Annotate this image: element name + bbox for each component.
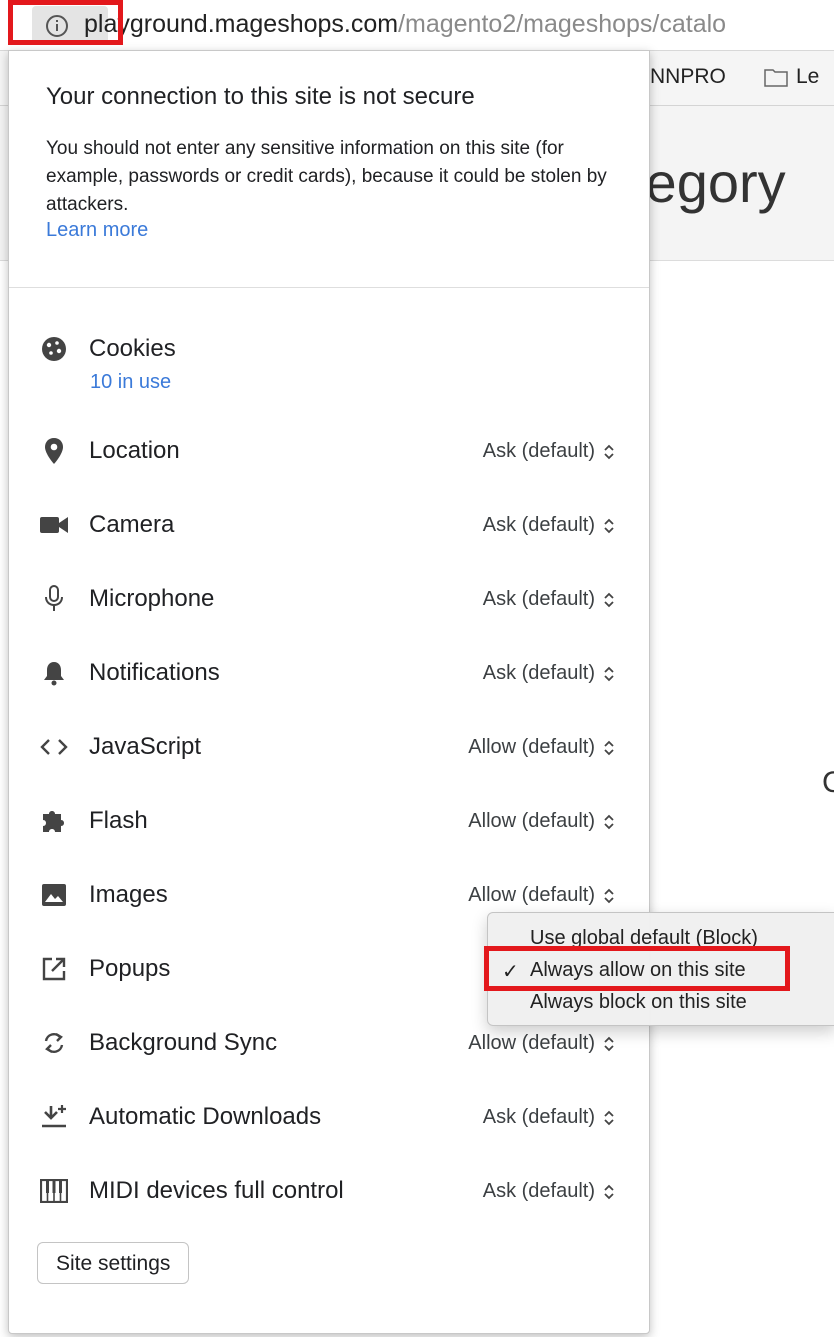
permission-select[interactable]: Ask (default) xyxy=(483,514,615,537)
url-host: playground.mageshops.com xyxy=(84,10,399,38)
bell-icon xyxy=(39,660,69,686)
permission-midi: MIDI devices full control Ask (default) xyxy=(9,1170,649,1210)
puzzle-icon xyxy=(39,808,69,834)
permission-label: JavaScript xyxy=(89,733,202,760)
permission-select[interactable]: Ask (default) xyxy=(483,662,615,685)
microphone-icon xyxy=(39,585,69,612)
bookmark-nnpro[interactable]: NNPRO xyxy=(650,65,726,89)
connection-description: You should not enter any sensitive infor… xyxy=(46,138,607,215)
site-info-bubble: Your connection to this site is not secu… xyxy=(8,50,650,1334)
permission-value: Ask (default) xyxy=(482,662,595,684)
page-text-fragment: C xyxy=(822,766,834,799)
bookmark-folder-label: Le xyxy=(796,65,820,88)
permission-label: Images xyxy=(89,881,168,908)
permission-label: Notifications xyxy=(89,659,220,686)
updown-chevron-icon xyxy=(604,518,614,533)
permission-flash: Flash Allow (default) xyxy=(9,800,649,840)
annotation-box-always-allow xyxy=(484,946,790,991)
permission-label: Cookies xyxy=(89,335,176,362)
permission-location: Location Ask (default) xyxy=(9,430,649,470)
permission-value: Allow (default) xyxy=(468,1032,595,1054)
permission-automatic-downloads: Automatic Downloads Ask (default) xyxy=(9,1096,649,1136)
updown-chevron-icon xyxy=(604,1036,614,1051)
location-icon xyxy=(39,438,69,464)
permission-microphone: Microphone Ask (default) xyxy=(9,578,649,618)
cookies-in-use-link[interactable]: 10 in use xyxy=(90,371,171,394)
learn-more-link[interactable]: Learn more xyxy=(46,219,148,242)
updown-chevron-icon xyxy=(604,814,614,829)
page-title: tegory xyxy=(630,151,786,214)
download-icon xyxy=(39,1104,69,1130)
permission-select[interactable]: Allow (default) xyxy=(468,736,615,759)
permission-label: MIDI devices full control xyxy=(89,1177,344,1204)
permission-javascript: JavaScript Allow (default) xyxy=(9,726,649,766)
sync-icon xyxy=(39,1030,69,1056)
code-icon xyxy=(39,734,69,760)
permission-notifications: Notifications Ask (default) xyxy=(9,652,649,692)
site-settings-button[interactable]: Site settings xyxy=(37,1242,190,1284)
permission-label: Flash xyxy=(89,807,148,834)
permission-value: Ask (default) xyxy=(482,1106,595,1128)
permission-select[interactable]: Allow (default) xyxy=(468,884,615,907)
updown-chevron-icon xyxy=(604,592,614,607)
updown-chevron-icon xyxy=(604,740,614,755)
menu-item-always-block[interactable]: Always block on this site xyxy=(530,991,747,1014)
permission-label: Microphone xyxy=(89,585,215,612)
permission-background-sync: Background Sync Allow (default) xyxy=(9,1022,649,1062)
url-text[interactable]: playground.mageshops.com/magento2/magesh… xyxy=(84,7,726,41)
url-path: /magento2/mageshops/catalo xyxy=(398,10,727,38)
permission-select[interactable]: Allow (default) xyxy=(468,1032,615,1055)
permission-images: Images Allow (default) xyxy=(9,874,649,914)
popup-icon xyxy=(39,956,69,982)
permission-value: Allow (default) xyxy=(468,884,595,906)
permission-value: Ask (default) xyxy=(482,588,595,610)
camera-icon xyxy=(39,512,69,538)
cookie-icon xyxy=(39,336,69,362)
permission-value: Ask (default) xyxy=(482,440,595,462)
image-icon xyxy=(39,882,69,908)
annotation-box-info-button xyxy=(8,0,123,45)
permission-label: Automatic Downloads xyxy=(89,1103,322,1130)
permission-label: Location xyxy=(89,437,180,464)
updown-chevron-icon xyxy=(604,1110,614,1125)
permission-select[interactable]: Ask (default) xyxy=(483,1180,615,1203)
url-bar: playground.mageshops.com/magento2/magesh… xyxy=(0,0,834,51)
updown-chevron-icon xyxy=(604,1184,614,1199)
permission-value: Ask (default) xyxy=(482,514,595,536)
permission-camera: Camera Ask (default) xyxy=(9,504,649,544)
permission-label: Background Sync xyxy=(89,1029,278,1056)
permission-cookies: Cookies xyxy=(9,328,649,368)
permission-value: Allow (default) xyxy=(468,736,595,758)
updown-chevron-icon xyxy=(604,444,614,459)
connection-title: Your connection to this site is not secu… xyxy=(46,83,475,110)
permission-select[interactable]: Ask (default) xyxy=(483,440,615,463)
divider xyxy=(9,287,649,288)
permission-select[interactable]: Ask (default) xyxy=(483,588,615,611)
permission-select[interactable]: Ask (default) xyxy=(483,1106,615,1129)
updown-chevron-icon xyxy=(604,888,614,903)
bookmark-folder[interactable]: Le xyxy=(764,65,819,89)
permission-label: Camera xyxy=(89,511,175,538)
permission-select[interactable]: Allow (default) xyxy=(468,810,615,833)
midi-icon xyxy=(39,1178,69,1204)
folder-icon xyxy=(764,69,788,87)
updown-chevron-icon xyxy=(604,666,614,681)
permission-value: Ask (default) xyxy=(482,1180,595,1202)
permission-label: Popups xyxy=(89,955,171,982)
permission-value: Allow (default) xyxy=(468,810,595,832)
